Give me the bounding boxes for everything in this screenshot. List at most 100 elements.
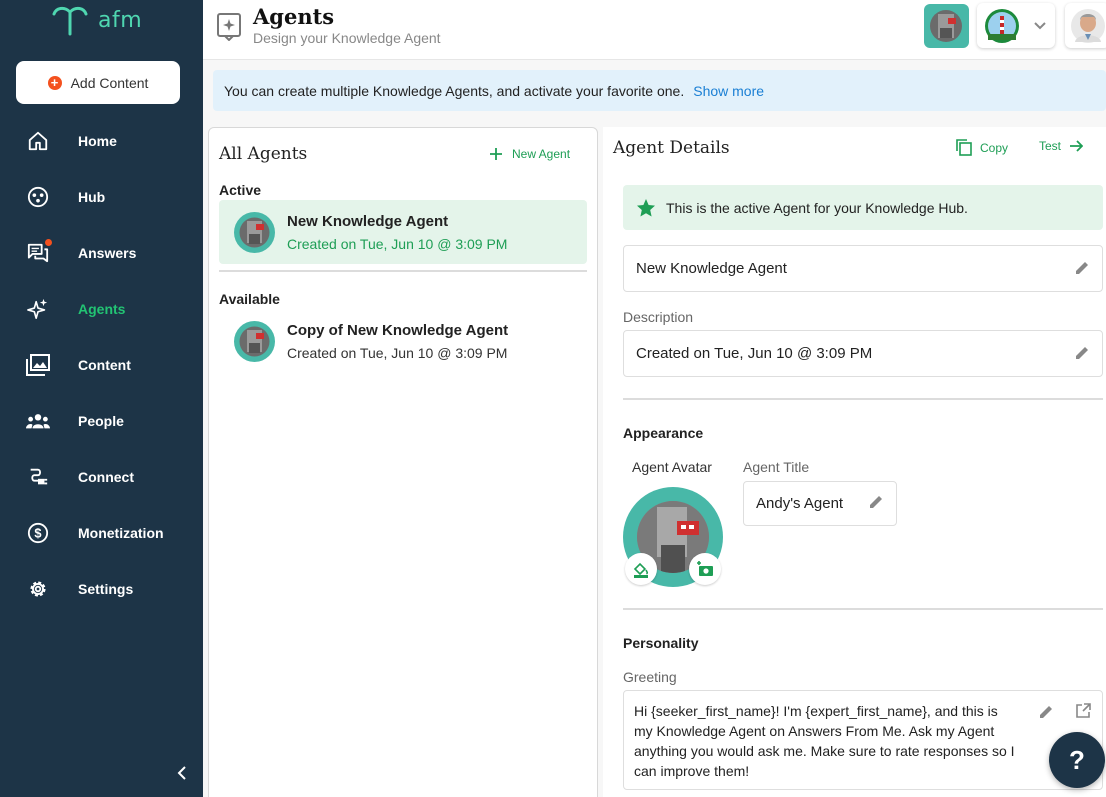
details-title: Agent Details xyxy=(613,138,730,158)
divider xyxy=(623,608,1103,610)
greeting-field[interactable]: Hi {seeker_first_name}! I'm {expert_firs… xyxy=(623,690,1103,790)
panel-title: All Agents xyxy=(219,144,308,164)
sidebar-item-label: Monetization xyxy=(78,525,164,541)
sidebar-item-label: People xyxy=(78,413,124,429)
add-content-label: Add Content xyxy=(70,74,149,91)
divider xyxy=(623,398,1103,400)
sidebar-item-agents[interactable]: Agents xyxy=(0,281,203,337)
hub-switcher[interactable] xyxy=(977,3,1055,48)
banner-text: You can create multiple Knowledge Agents… xyxy=(224,82,685,99)
description-label: Description xyxy=(623,309,694,325)
sidebar-item-connect[interactable]: Connect xyxy=(0,449,203,505)
hub-avatar xyxy=(985,9,1019,43)
help-button[interactable]: ? xyxy=(1049,732,1105,788)
change-background-button[interactable] xyxy=(625,553,657,585)
camera-plus-icon xyxy=(697,561,713,576)
new-agent-label: New Agent xyxy=(512,147,571,161)
connect-icon xyxy=(26,465,50,489)
list-item[interactable]: New Knowledge Agent Created on Tue, Jun … xyxy=(219,200,587,264)
edit-icon[interactable] xyxy=(1075,345,1090,360)
test-button[interactable]: Test xyxy=(1039,139,1084,153)
active-heading: Active xyxy=(219,182,262,198)
sidebar-nav: Home Hub Answers Agents Content People C… xyxy=(0,113,203,617)
sidebar-item-label: Connect xyxy=(78,469,134,485)
new-agent-button[interactable]: New Agent xyxy=(490,147,570,161)
divider xyxy=(219,270,587,272)
svg-text:$: $ xyxy=(34,526,41,541)
agent-name-value: New Knowledge Agent xyxy=(636,260,787,277)
agent-avatar-button[interactable] xyxy=(924,4,969,48)
agent-badge-icon xyxy=(217,13,241,46)
home-icon xyxy=(26,129,50,153)
add-content-button[interactable]: + Add Content xyxy=(16,61,180,104)
agent-name-field[interactable]: New Knowledge Agent xyxy=(623,245,1103,292)
agent-created: Created on Tue, Jun 10 @ 3:09 PM xyxy=(287,235,508,252)
agent-title-field[interactable]: Andy's Agent xyxy=(743,481,897,526)
sidebar: afm + Add Content Home Hub Answers Agent… xyxy=(0,0,203,797)
agent-name: Copy of New Knowledge Agent xyxy=(287,321,509,339)
avatar-label: Agent Avatar xyxy=(632,459,712,475)
edit-icon[interactable] xyxy=(1039,704,1054,719)
chevron-down-icon xyxy=(1034,22,1046,30)
show-more-link[interactable]: Show more xyxy=(693,83,764,99)
agent-avatar xyxy=(234,211,275,253)
answers-icon xyxy=(26,239,52,265)
sidebar-item-label: Home xyxy=(78,133,117,149)
edit-icon[interactable] xyxy=(1075,260,1090,275)
brand-logo[interactable]: afm xyxy=(50,4,142,36)
plus-icon xyxy=(490,148,502,160)
images-icon xyxy=(26,353,50,377)
dollar-icon: $ xyxy=(26,521,50,545)
sidebar-item-content[interactable]: Content xyxy=(0,337,203,393)
logo-text: afm xyxy=(98,7,143,33)
agent-title-value: Andy's Agent xyxy=(756,495,844,512)
user-avatar-button[interactable] xyxy=(1065,3,1106,48)
agent-avatar-editor xyxy=(623,487,723,587)
greeting-label: Greeting xyxy=(623,669,677,685)
logo-icon xyxy=(52,6,88,36)
test-label: Test xyxy=(1039,139,1062,153)
edit-icon[interactable] xyxy=(869,494,884,509)
sidebar-item-home[interactable]: Home xyxy=(0,113,203,169)
sidebar-item-hub[interactable]: Hub xyxy=(0,169,203,225)
people-icon xyxy=(26,409,50,433)
sidebar-item-label: Settings xyxy=(78,581,134,597)
chevron-left-icon xyxy=(177,766,186,780)
notification-dot xyxy=(45,239,52,246)
open-external-icon[interactable] xyxy=(1075,703,1091,719)
gear-icon xyxy=(26,577,50,601)
personality-heading: Personality xyxy=(623,635,699,651)
upload-photo-button[interactable] xyxy=(689,553,721,585)
agent-title-label: Agent Title xyxy=(743,459,810,475)
copy-label: Copy xyxy=(980,140,1009,155)
arrow-right-icon xyxy=(1070,140,1084,152)
agent-details-panel: Agent Details Copy Test This is the acti… xyxy=(603,127,1106,797)
active-note-text: This is the active Agent for your Knowle… xyxy=(666,199,968,216)
appearance-heading: Appearance xyxy=(623,425,704,441)
active-agent-notice: This is the active Agent for your Knowle… xyxy=(623,185,1103,230)
star-icon xyxy=(637,198,655,216)
agents-list-panel: All Agents New Agent Active New Knowledg… xyxy=(208,127,598,797)
description-value: Created on Tue, Jun 10 @ 3:09 PM xyxy=(636,345,873,362)
page-subtitle: Design your Knowledge Agent xyxy=(253,30,441,46)
greeting-value: Hi {seeker_first_name}! I'm {expert_firs… xyxy=(634,703,1015,779)
copy-icon xyxy=(956,139,972,156)
sidebar-item-settings[interactable]: Settings xyxy=(0,561,203,617)
agent-name: New Knowledge Agent xyxy=(287,212,449,230)
page-header: Agents Design your Knowledge Agent xyxy=(203,0,1106,60)
copy-button[interactable]: Copy xyxy=(956,139,1008,156)
plus-icon: + xyxy=(47,75,62,90)
page-title: Agents xyxy=(253,4,335,29)
sidebar-item-label: Agents xyxy=(78,301,126,317)
collapse-sidebar-button[interactable] xyxy=(174,764,192,782)
list-item[interactable]: Copy of New Knowledge Agent Created on T… xyxy=(219,309,587,373)
sidebar-item-monetization[interactable]: $ Monetization xyxy=(0,505,203,561)
sidebar-item-people[interactable]: People xyxy=(0,393,203,449)
user-avatar xyxy=(1071,9,1105,43)
paint-bucket-icon xyxy=(633,562,649,578)
available-heading: Available xyxy=(219,291,280,307)
sparkle-icon xyxy=(26,297,50,321)
sidebar-item-answers[interactable]: Answers xyxy=(0,225,203,281)
sidebar-item-label: Answers xyxy=(78,245,137,261)
description-field[interactable]: Created on Tue, Jun 10 @ 3:09 PM xyxy=(623,330,1103,377)
